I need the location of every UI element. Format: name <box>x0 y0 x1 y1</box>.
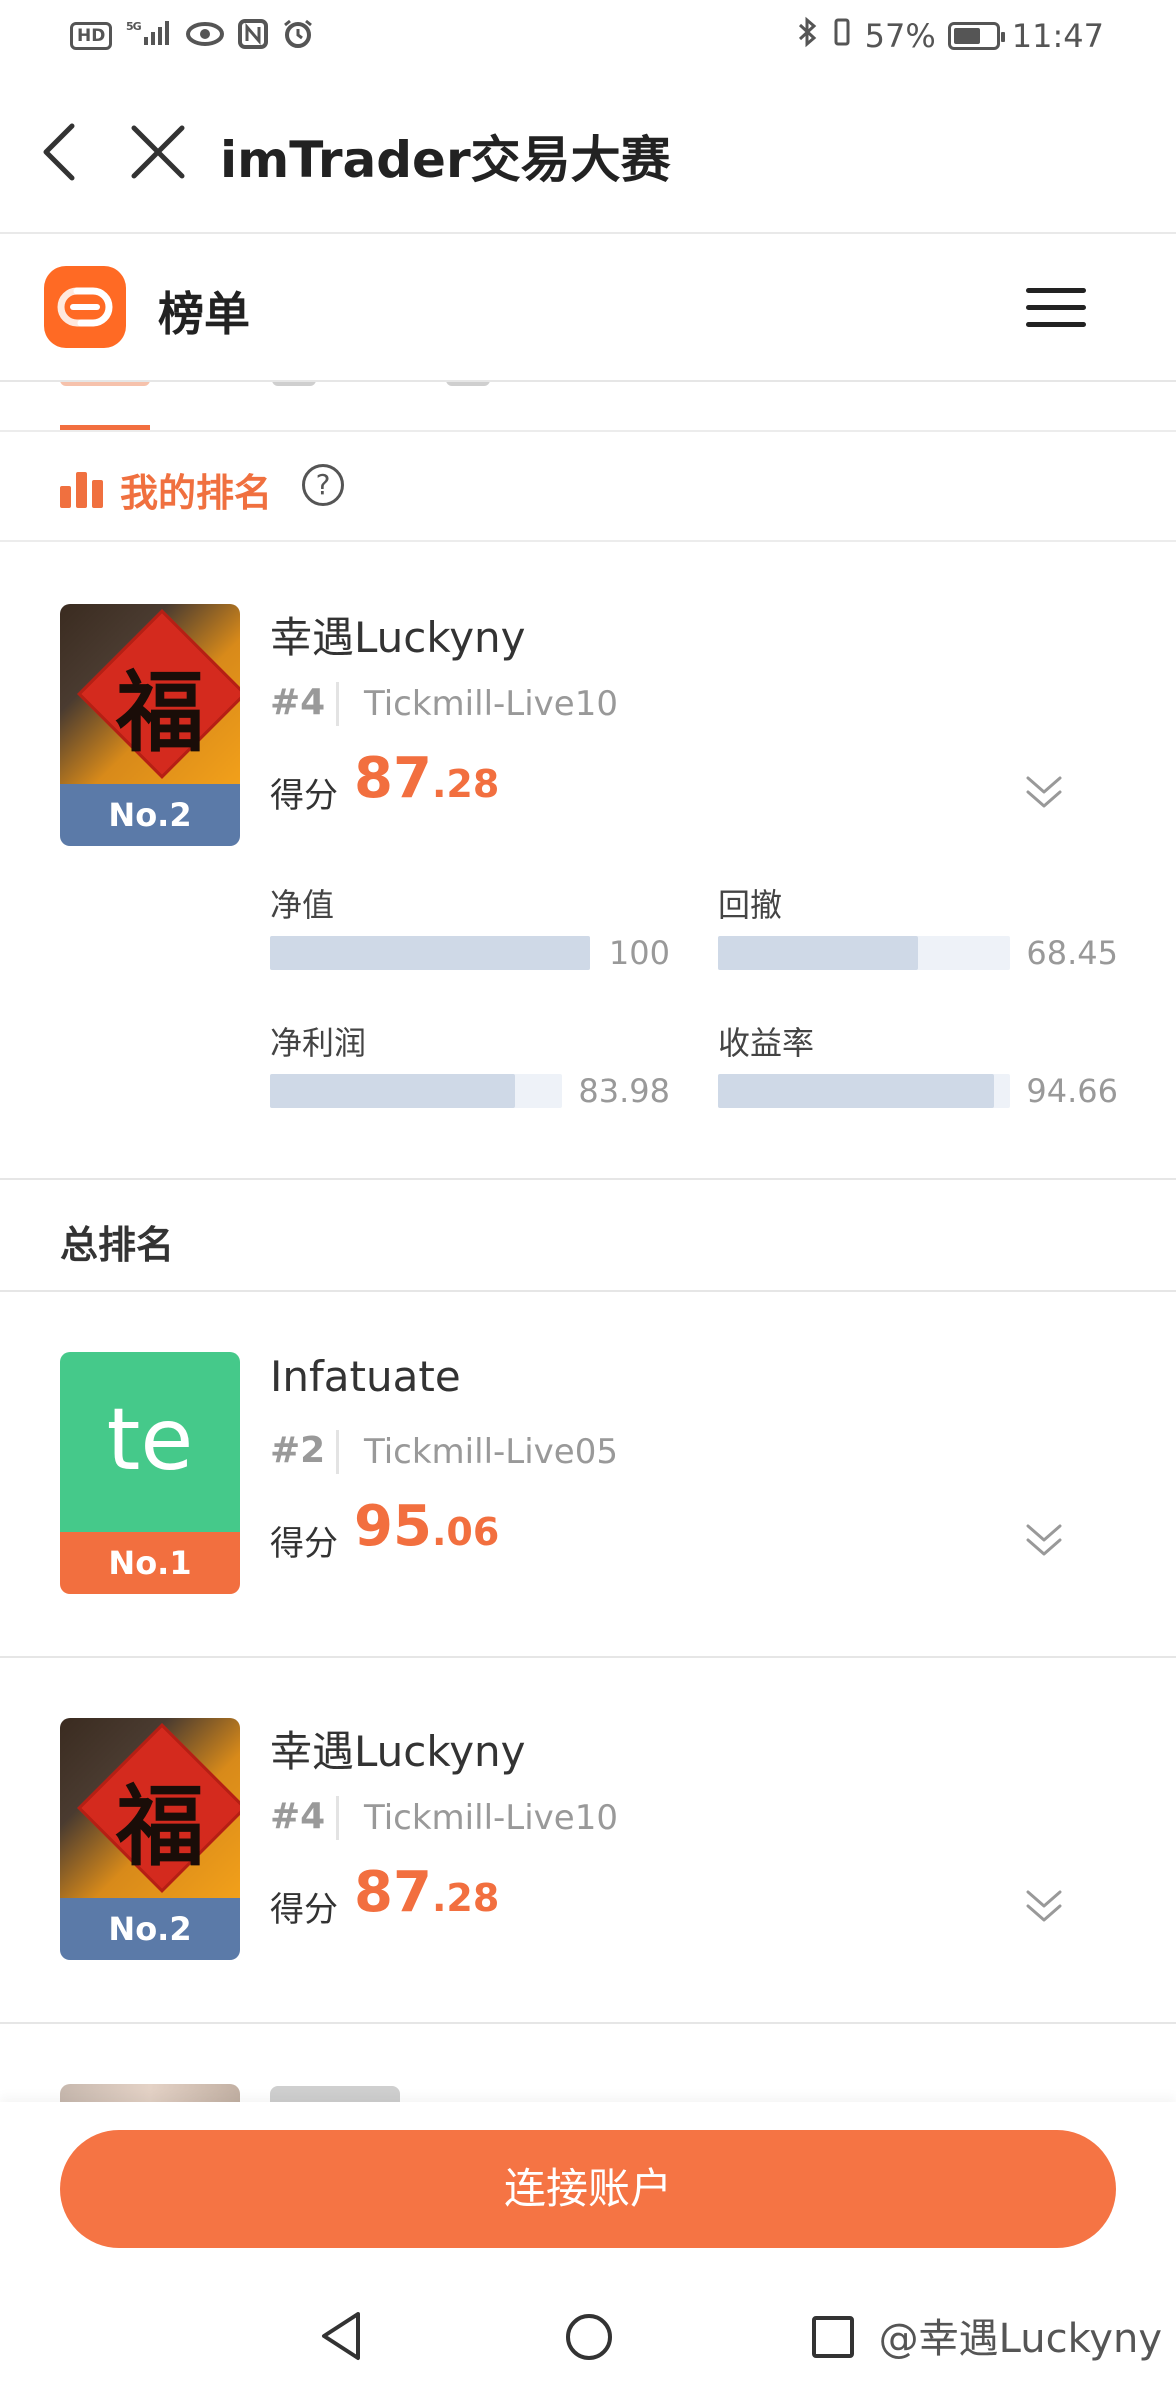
leaderboard-title: 榜单 <box>158 287 250 341</box>
signal-icon: 5G <box>126 19 172 53</box>
tab-strip <box>0 382 1176 432</box>
rank-number: #4 <box>270 682 326 723</box>
hamburger-icon[interactable] <box>1026 288 1086 328</box>
hd-indicator: HD <box>70 22 113 50</box>
watermark: @幸遇Luckyny <box>878 2316 1162 2362</box>
eye-icon <box>186 21 225 51</box>
avatar-image: 福 <box>60 604 240 784</box>
avatar <box>60 2084 240 2104</box>
clock: 11:47 <box>1011 17 1104 55</box>
home-circle-icon[interactable] <box>566 2314 612 2360</box>
score-value: 95.06 <box>354 1494 500 1559</box>
tab-underline <box>60 425 150 430</box>
server-name: Tickmill-Live05 <box>364 1432 618 1472</box>
app-logo <box>44 266 126 348</box>
overall-ranking-title: 总排名 <box>60 1223 175 1267</box>
leaderboard-header: 榜单 <box>0 236 1176 382</box>
battery-icon <box>947 22 1005 50</box>
system-navigation-bar: @幸遇Luckyny <box>0 2298 1176 2378</box>
svg-text:5G: 5G <box>126 20 142 33</box>
rank-badge: No.2 <box>60 784 240 846</box>
rank-number: #4 <box>270 1796 326 1837</box>
chevron-left-icon[interactable] <box>36 122 86 182</box>
ranking-entry[interactable]: te No.1 Infatuate #2 Tickmill-Live05 得分 … <box>0 1294 1176 1658</box>
chevron-down-icon[interactable] <box>1022 770 1066 814</box>
score-label: 得分 <box>270 1524 338 1564</box>
chevron-down-icon[interactable] <box>1022 1518 1066 1562</box>
back-triangle-icon[interactable] <box>318 2308 364 2364</box>
vibrate-icon <box>831 16 853 56</box>
page-title: imTrader交易大赛 <box>220 131 671 189</box>
tab-fragment[interactable] <box>446 382 490 386</box>
bar-chart-icon <box>60 468 106 508</box>
my-ranking-card[interactable]: 福 No.2 幸遇Luckyny #4 Tickmill-Live10 得分 8… <box>0 544 1176 1180</box>
recent-apps-icon[interactable] <box>812 2316 854 2358</box>
rank-number: #2 <box>270 1430 326 1471</box>
overall-ranking-header: 总排名 <box>0 1180 1176 1292</box>
trader-name: Infatuate <box>270 1352 461 1401</box>
connect-account-button[interactable]: 连接账户 <box>60 2130 1116 2248</box>
score-label: 得分 <box>270 1890 338 1930</box>
score-value: 87.28 <box>354 746 500 811</box>
rank-badge: No.2 <box>60 1898 240 1960</box>
nfc-icon <box>238 19 269 53</box>
top-navigation: imTrader交易大赛 <box>0 72 1176 234</box>
avatar-image: 福 <box>60 1718 240 1898</box>
my-ranking-header: 我的排名 ? <box>0 434 1176 542</box>
score-label: 得分 <box>270 776 338 816</box>
avatar: 福 No.2 <box>60 1718 240 1960</box>
rank-badge: No.1 <box>60 1532 240 1594</box>
server-name: Tickmill-Live10 <box>364 684 618 724</box>
ranking-entry-partial[interactable] <box>0 2024 1176 2104</box>
help-icon[interactable]: ? <box>302 464 344 506</box>
trader-name: 幸遇Luckyny <box>270 1727 526 1776</box>
status-bar: HD 5G 57% 11:47 <box>0 0 1176 72</box>
chevron-down-icon[interactable] <box>1022 1884 1066 1928</box>
divider <box>336 1430 339 1474</box>
avatar: 福 No.2 <box>60 604 240 846</box>
battery-percent: 57% <box>864 17 936 55</box>
divider <box>336 1796 339 1840</box>
ranking-entry[interactable]: 福 No.2 幸遇Luckyny #4 Tickmill-Live10 得分 8… <box>0 1660 1176 2024</box>
avatar: te No.1 <box>60 1352 240 1594</box>
score-value: 87.28 <box>354 1860 500 1925</box>
server-name: Tickmill-Live10 <box>364 1798 618 1838</box>
alarm-icon <box>282 18 314 54</box>
bluetooth-icon <box>797 16 819 56</box>
avatar-image: te <box>60 1352 240 1532</box>
close-icon[interactable] <box>128 122 188 182</box>
divider <box>336 682 339 726</box>
my-ranking-label: 我的排名 <box>120 471 273 515</box>
trader-name: 幸遇Luckyny <box>270 613 526 662</box>
tab-active-fragment[interactable] <box>60 382 150 386</box>
bottom-bar: 连接账户 @幸遇Luckyny <box>0 2102 1176 2400</box>
tab-fragment[interactable] <box>272 382 316 386</box>
